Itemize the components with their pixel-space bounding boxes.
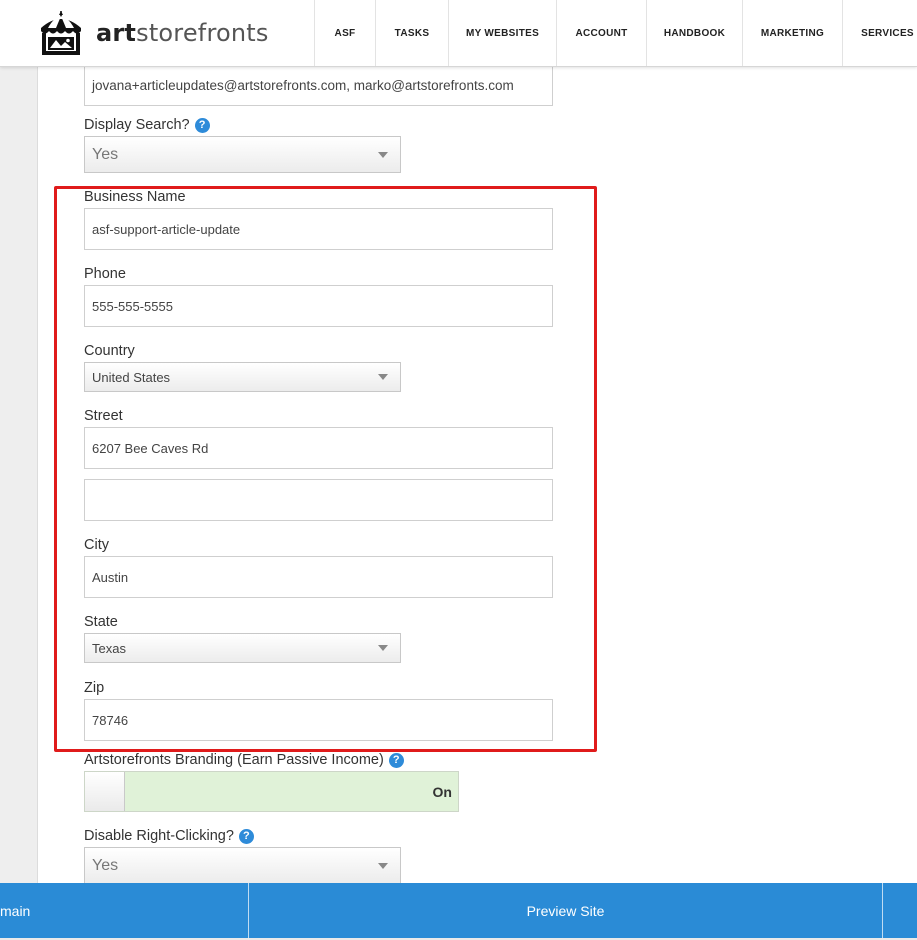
nav-marketing[interactable]: MARKETING (742, 0, 842, 66)
main-nav: ASF TASKS MY WEBSITES ACCOUNT HANDBOOK M… (314, 0, 917, 66)
chevron-down-icon (378, 374, 388, 380)
left-gutter (0, 67, 38, 883)
top-header: artstorefronts ASF TASKS MY WEBSITES ACC… (0, 0, 917, 67)
toggle-knob[interactable] (85, 772, 125, 811)
nav-services[interactable]: SERVICES (842, 0, 917, 66)
country-value: United States (92, 369, 171, 385)
nav-handbook[interactable]: HANDBOOK (646, 0, 742, 66)
preview-site-label: Preview Site (526, 902, 605, 919)
brand-wordmark-bold: art (96, 19, 137, 47)
footer-divider (882, 883, 883, 938)
email-recipients-field[interactable]: jovana+articleupdates@artstorefronts.com… (84, 64, 553, 106)
preview-site-button[interactable]: Preview Site (249, 883, 882, 938)
question-circle-icon[interactable]: ? (194, 117, 210, 133)
display-search-select[interactable]: Yes (84, 136, 401, 173)
footer-action-bar: main Preview Site (0, 883, 917, 940)
zip-label: Zip (84, 680, 105, 696)
country-select[interactable]: United States (84, 362, 401, 392)
state-value: Texas (92, 640, 126, 656)
street-input[interactable]: 6207 Bee Caves Rd (84, 427, 553, 469)
nav-my-websites[interactable]: MY WEBSITES (448, 0, 556, 66)
branding-label: Artstorefronts Branding (Earn Passive In… (84, 752, 404, 768)
phone-input[interactable]: 555-555-5555 (84, 285, 553, 327)
city-label: City (84, 537, 109, 553)
state-label: State (84, 614, 118, 630)
display-search-value: Yes (92, 145, 119, 163)
nav-tasks[interactable]: TASKS (375, 0, 448, 66)
street-line2-input[interactable] (84, 479, 553, 521)
country-label: Country (84, 343, 135, 359)
phone-label: Phone (84, 266, 126, 282)
toggle-state-text: On (432, 783, 452, 800)
city-input[interactable]: Austin (84, 556, 553, 598)
brand-wordmark-rest: storefronts (136, 19, 269, 47)
chevron-down-icon (378, 151, 388, 158)
display-search-label: Display Search?? (84, 117, 210, 133)
business-name-input[interactable]: asf-support-article-update (84, 208, 553, 250)
state-select[interactable]: Texas (84, 633, 401, 663)
disable-right-click-value: Yes (92, 856, 119, 874)
disable-right-click-label: Disable Right-Clicking?? (84, 828, 254, 844)
footer-left-label: main (0, 902, 31, 919)
nav-asf[interactable]: ASF (314, 0, 375, 66)
question-circle-icon[interactable]: ? (388, 752, 404, 768)
storefront-tent-icon (41, 11, 81, 55)
brand-wordmark: artstorefronts (96, 19, 269, 47)
zip-input[interactable]: 78746 (84, 699, 553, 741)
brand-logo[interactable]: artstorefronts (36, 8, 269, 58)
branding-toggle[interactable]: On (84, 771, 459, 812)
footer-left-button[interactable]: main (0, 883, 248, 938)
highlight-box (54, 186, 597, 752)
disable-right-click-label-text: Disable Right-Clicking? (84, 828, 234, 844)
display-search-label-text: Display Search? (84, 117, 190, 133)
business-name-label: Business Name (84, 189, 186, 205)
disable-right-click-select[interactable]: Yes (84, 847, 401, 884)
question-circle-icon[interactable]: ? (238, 828, 254, 844)
nav-account[interactable]: ACCOUNT (556, 0, 646, 66)
street-label: Street (84, 408, 123, 424)
chevron-down-icon (378, 645, 388, 651)
branding-label-text: Artstorefronts Branding (Earn Passive In… (84, 752, 384, 768)
chevron-down-icon (378, 862, 388, 869)
